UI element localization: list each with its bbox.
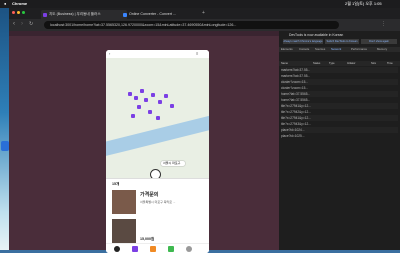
network-column-header[interactable]: Initiator xyxy=(347,61,356,66)
map-marker[interactable] xyxy=(164,94,168,98)
minimize-window-icon[interactable] xyxy=(17,11,20,14)
switch-language-button[interactable]: Switch DevTools to Korean xyxy=(325,39,359,44)
map-marker[interactable] xyxy=(156,116,160,120)
devtools-tab[interactable]: Elements xyxy=(281,47,293,52)
network-column-header[interactable]: Size xyxy=(371,61,376,66)
nav-list-icon[interactable] xyxy=(168,246,174,252)
nav-chat-icon[interactable] xyxy=(150,246,156,252)
tab-label: 지도 (Business) | 우리동네 플러스 xyxy=(49,12,101,16)
tab-strip: 지도 (Business) | 우리동네 플러스 Online Converte… xyxy=(9,8,400,19)
dont-show-button[interactable]: Don't show again xyxy=(361,39,397,44)
tab-favicon-icon xyxy=(43,12,47,17)
network-row[interactable]: place?id=1025... xyxy=(281,133,398,139)
reload-icon[interactable]: ↻ xyxy=(29,21,33,27)
devtools-tab[interactable]: Memory xyxy=(377,47,387,52)
menu-kebab-icon[interactable]: ⋮ xyxy=(381,21,386,27)
menu-bar: ● Chrome 2월 1일(토) 오후 1:05 xyxy=(0,0,400,8)
nav-profile-icon[interactable] xyxy=(186,246,192,252)
nav-map-icon[interactable] xyxy=(132,246,138,252)
forward-icon[interactable]: › xyxy=(21,21,23,27)
network-column-header[interactable]: Status xyxy=(313,61,320,66)
card-title[interactable]: 가격문의 xyxy=(140,191,158,198)
apple-icon[interactable]: ● xyxy=(4,0,6,8)
mobile-viewport: ‹ ≡ 서울시 마포구 15개 가격문의 서울특별시 마포구 독막로 ... 1… xyxy=(106,50,209,253)
back-icon[interactable]: ‹ xyxy=(109,51,110,56)
tab-converter[interactable]: Online Converter - Convert ... xyxy=(121,10,207,19)
map-marker[interactable] xyxy=(134,96,138,100)
menu-app-name[interactable]: Chrome xyxy=(12,0,27,8)
map-marker[interactable] xyxy=(131,114,135,118)
tab-label: Online Converter - Convert ... xyxy=(129,12,176,16)
sheet-title: 15개 xyxy=(112,182,120,186)
tab-favicon-icon xyxy=(123,12,127,17)
browser-window: 지도 (Business) | 우리동네 플러스 Online Converte… xyxy=(9,8,400,253)
network-columns: Name Status Type Initiator Size Time xyxy=(279,61,400,66)
back-icon[interactable]: ‹ xyxy=(13,21,15,27)
zoom-window-icon[interactable] xyxy=(22,11,25,14)
map-marker[interactable] xyxy=(144,98,148,102)
map[interactable]: 서울시 마포구 xyxy=(106,58,209,180)
network-column-header[interactable]: Type xyxy=(329,61,335,66)
map-marker[interactable] xyxy=(137,105,141,109)
listing-thumbnail[interactable] xyxy=(112,190,136,214)
map-marker[interactable] xyxy=(128,92,132,96)
network-table: markers?lat=37.55... markers?lat=37.55...… xyxy=(279,67,400,147)
bottom-nav xyxy=(106,243,209,253)
map-marker[interactable] xyxy=(140,89,144,93)
close-window-icon[interactable] xyxy=(12,11,15,14)
new-tab-icon[interactable]: + xyxy=(202,10,205,16)
filter-icon[interactable]: ≡ xyxy=(196,51,198,56)
map-marker[interactable] xyxy=(151,93,155,97)
card-price: 15,000원 xyxy=(140,237,155,241)
listing-thumbnail[interactable] xyxy=(112,219,136,243)
menu-clock[interactable]: 2월 1일(토) 오후 1:05 xyxy=(345,0,382,8)
devtools-banner: DevTools is now available in Korean xyxy=(289,33,344,37)
devtools-tab[interactable]: Performance xyxy=(351,47,367,52)
address-bar[interactable]: localhost:3001/home/home?lat=37.5565320,… xyxy=(44,21,339,29)
devtools-tabs: Elements Console Sources Network Performance… xyxy=(279,47,400,52)
devtools-tab[interactable]: Sources xyxy=(315,47,325,52)
location-badge[interactable]: 서울시 마포구 xyxy=(161,161,185,166)
match-language-button[interactable]: Always match Chrome's language xyxy=(283,39,323,44)
dock-app-icon[interactable] xyxy=(1,141,9,151)
device-toolbar xyxy=(9,31,279,36)
card-subtitle: 서울특별시 마포구 독막로 ... xyxy=(140,200,176,204)
search-header: ‹ ≡ xyxy=(106,50,209,58)
map-marker[interactable] xyxy=(170,104,174,108)
map-marker[interactable] xyxy=(148,110,152,114)
devtools-panel: DevTools is now available in Korean Alwa… xyxy=(279,31,400,250)
bottom-sheet: 15개 가격문의 서울특별시 마포구 독막로 ... 15,000원 xyxy=(106,178,209,253)
tab-map[interactable]: 지도 (Business) | 우리동네 플러스 xyxy=(41,10,127,19)
network-column-header[interactable]: Time xyxy=(387,61,393,66)
devtools-tab[interactable]: Console xyxy=(299,47,309,52)
map-marker[interactable] xyxy=(158,100,162,104)
devtools-tab[interactable]: Network xyxy=(331,47,341,52)
network-column-header[interactable]: Name xyxy=(281,61,288,66)
nav-home-icon[interactable] xyxy=(114,246,120,252)
